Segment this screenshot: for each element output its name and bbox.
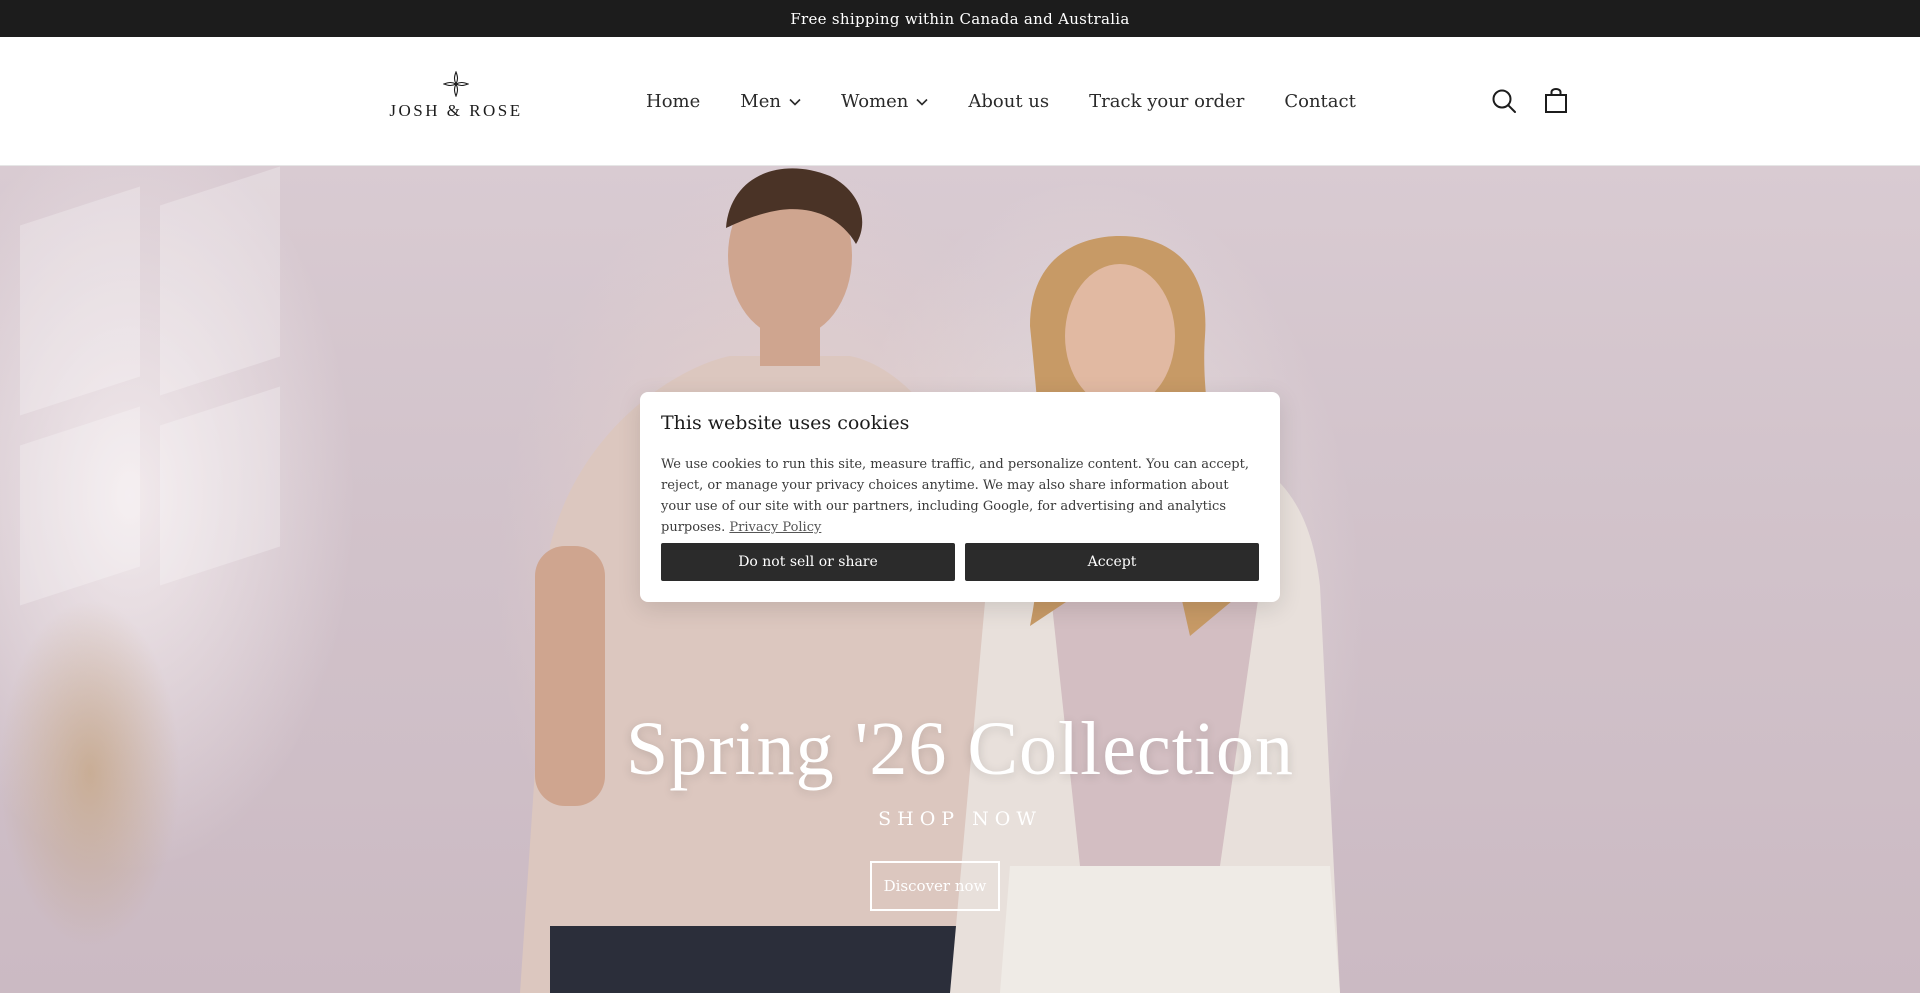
- nav-about[interactable]: About us: [968, 91, 1049, 112]
- nav-contact[interactable]: Contact: [1284, 91, 1355, 112]
- nav-track-order-label: Track your order: [1089, 91, 1245, 112]
- do-not-sell-label: Do not sell or share: [738, 554, 878, 570]
- nav-track-order[interactable]: Track your order: [1089, 91, 1244, 112]
- nav-women[interactable]: Women: [841, 91, 928, 112]
- cart-icon[interactable]: [1542, 87, 1570, 115]
- cookie-text: We use cookies to run this site, measure…: [661, 454, 1259, 538]
- accept-label: Accept: [1087, 554, 1137, 570]
- accept-cookies-button[interactable]: Accept: [965, 543, 1259, 581]
- nav-men[interactable]: Men: [740, 91, 801, 112]
- hero-subtitle: SHOP NOW: [878, 808, 1042, 830]
- privacy-policy-link[interactable]: Privacy Policy: [729, 520, 821, 535]
- nav-contact-label: Contact: [1284, 91, 1356, 112]
- chevron-down-icon: [789, 98, 801, 106]
- cookie-consent-dialog: This website uses cookies We use cookies…: [640, 392, 1280, 602]
- nav-home[interactable]: Home: [646, 91, 700, 112]
- window-light: [20, 186, 140, 416]
- search-icon[interactable]: [1490, 87, 1518, 115]
- cookie-title: This website uses cookies: [661, 412, 910, 434]
- nav-about-label: About us: [968, 91, 1050, 112]
- discover-now-label: Discover now: [883, 877, 987, 895]
- announcement-bar: Free shipping within Canada and Australi…: [0, 0, 1920, 37]
- nav-women-label: Women: [840, 91, 909, 112]
- chevron-down-icon: [916, 98, 928, 106]
- site-header: JOSH & ROSE Home Men Women About us Trac…: [0, 37, 1920, 166]
- do-not-sell-button[interactable]: Do not sell or share: [661, 543, 955, 581]
- nav-home-label: Home: [646, 91, 701, 112]
- announcement-text: Free shipping within Canada and Australi…: [790, 9, 1130, 28]
- logo-flourish-icon: [443, 71, 469, 97]
- window-light: [160, 166, 280, 396]
- brand-logo[interactable]: JOSH & ROSE: [389, 71, 523, 123]
- hero-title: Spring '26 Collection: [625, 707, 1294, 791]
- brand-name: JOSH & ROSE: [389, 101, 523, 120]
- main-nav: Home Men Women About us Track your order…: [646, 37, 1356, 166]
- nav-men-label: Men: [740, 91, 781, 112]
- discover-now-button[interactable]: Discover now: [870, 861, 1000, 911]
